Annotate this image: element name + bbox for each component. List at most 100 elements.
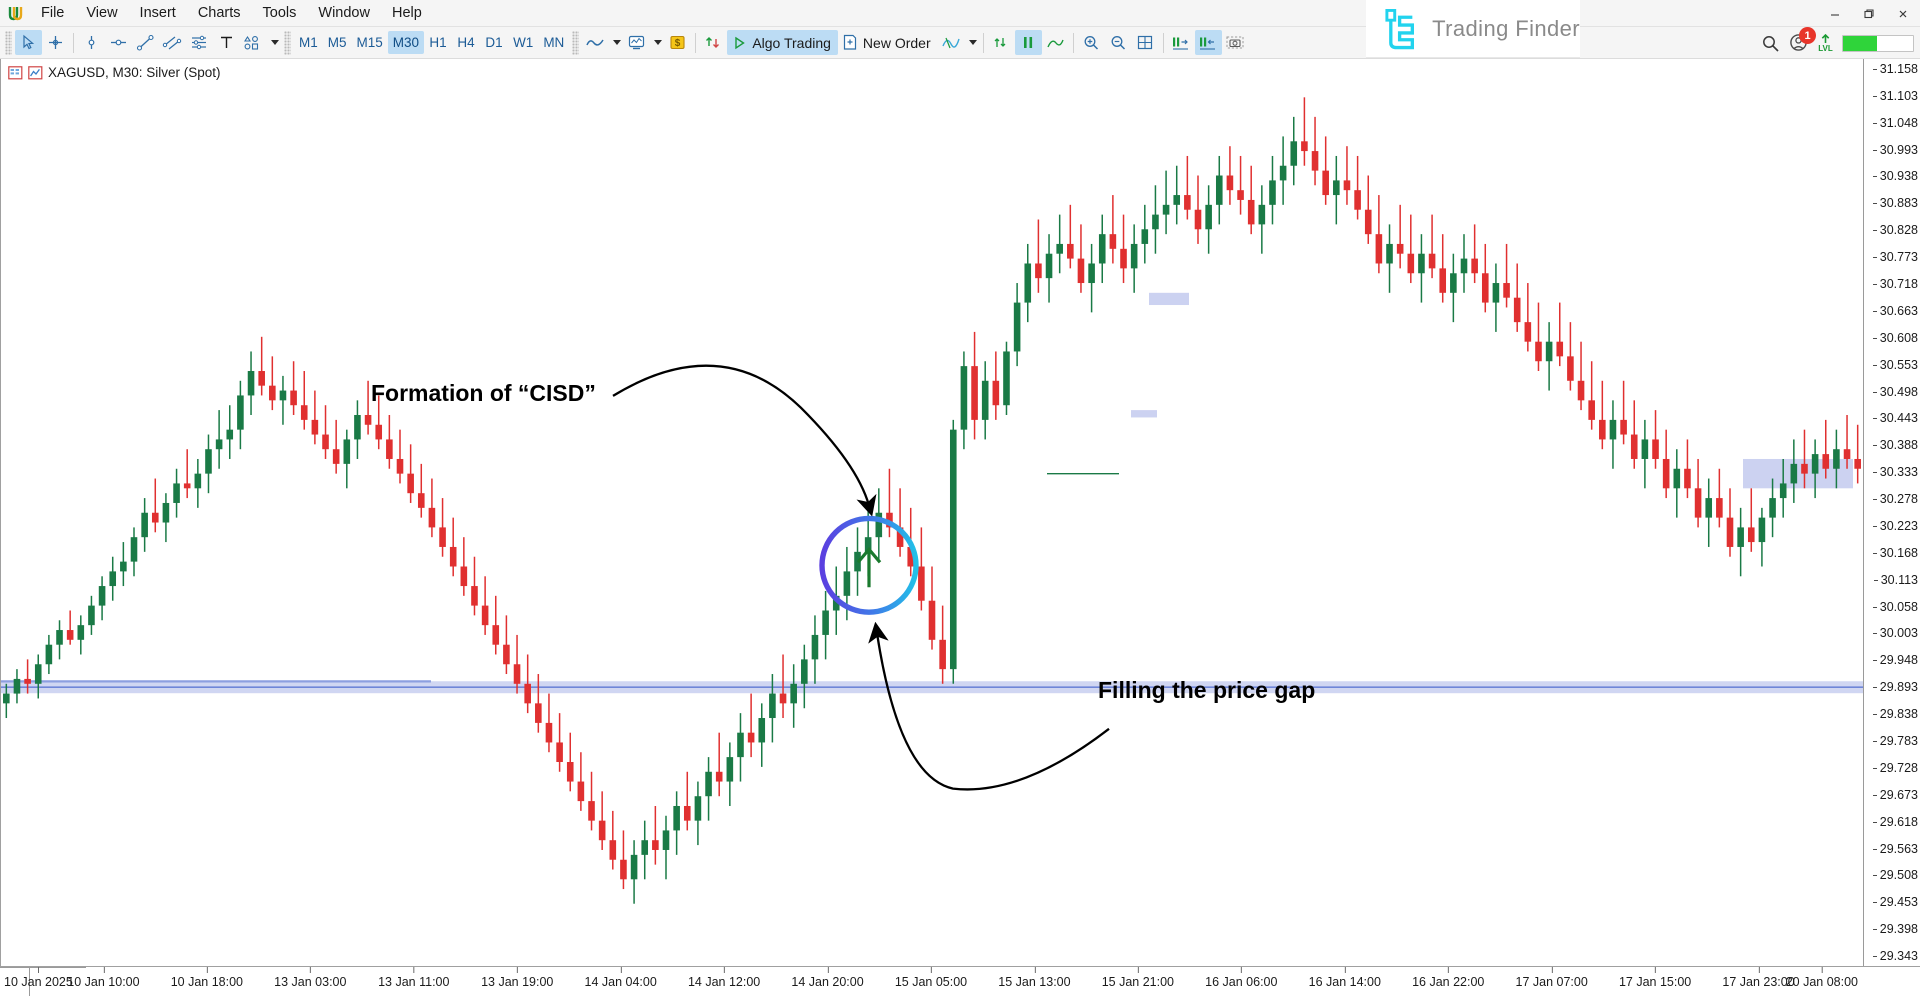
time-tick: 17 Jan 15:00 — [1619, 975, 1691, 989]
shapes-tool-button[interactable] — [240, 30, 267, 55]
chart-shift-button[interactable] — [1015, 30, 1042, 55]
chart-container[interactable]: XAGUSD, M30: Silver (Spot) — [0, 59, 1920, 967]
candlestick-series — [1, 59, 1863, 966]
toolbar-grip-charttype[interactable] — [572, 31, 579, 55]
timeframe-m5[interactable]: M5 — [323, 31, 352, 54]
horizontal-line-tool-button[interactable] — [105, 30, 132, 55]
metatrader-logo-icon — [0, 0, 30, 27]
candle-body — [3, 694, 10, 704]
step-back-button[interactable] — [1195, 30, 1222, 55]
candle-body — [173, 483, 180, 503]
candle-body — [163, 503, 170, 523]
vertical-line-tool-button[interactable] — [78, 30, 105, 55]
timeframe-h1[interactable]: H1 — [424, 31, 452, 54]
zoom-out-button[interactable] — [1105, 30, 1132, 55]
candle-body — [950, 430, 957, 669]
level-icon[interactable]: LVL — [1818, 34, 1833, 53]
search-icon[interactable] — [1761, 34, 1780, 53]
algo-trading-label: Algo Trading — [752, 35, 831, 51]
menu-view[interactable]: View — [75, 0, 128, 27]
menu-insert[interactable]: Insert — [129, 0, 187, 27]
template-caret-icon[interactable] — [650, 30, 664, 55]
menu-window[interactable]: Window — [307, 0, 381, 27]
grid-button[interactable] — [1132, 30, 1159, 55]
timeframe-m15[interactable]: M15 — [352, 31, 388, 54]
candle-body — [1652, 439, 1659, 459]
close-button[interactable] — [1886, 0, 1920, 27]
indicator-list-button[interactable] — [938, 30, 965, 55]
toolbar-separator-3 — [983, 33, 984, 53]
indicator-caret-icon[interactable] — [965, 30, 979, 55]
candle-body — [876, 513, 883, 537]
crosshair-tool-button[interactable] — [42, 30, 69, 55]
time-tick: 15 Jan 05:00 — [895, 975, 967, 989]
time-axis-row: 10 Jan 202510 Jan 10:0010 Jan 18:0013 Ja… — [0, 967, 1920, 996]
candle-body — [141, 513, 148, 537]
price-axis[interactable]: 31.15831.10331.04830.99330.93830.88330.8… — [1863, 59, 1920, 966]
candle-body — [1035, 263, 1042, 278]
new-order-button[interactable]: New Order — [838, 30, 938, 55]
candle-body — [78, 625, 85, 640]
menu-file[interactable]: File — [30, 0, 75, 27]
candle-body — [184, 483, 191, 488]
candle-body — [492, 625, 499, 645]
time-axis[interactable]: 10 Jan 202510 Jan 10:0010 Jan 18:0013 Ja… — [0, 967, 29, 996]
trendline-tool-button[interactable] — [132, 30, 159, 55]
menu-charts[interactable]: Charts — [187, 0, 252, 27]
chart-type-button[interactable] — [582, 30, 609, 55]
step-forward-button[interactable] — [1168, 30, 1195, 55]
profile-icon[interactable]: 1 — [1789, 33, 1809, 53]
candle-body — [1237, 190, 1244, 200]
text-tool-button[interactable] — [213, 30, 240, 55]
menu-tools[interactable]: Tools — [252, 0, 308, 27]
toolbar-grip-timeframes[interactable] — [284, 31, 291, 55]
template-button[interactable] — [623, 30, 650, 55]
candle-body — [461, 567, 468, 587]
chart-type-caret-icon[interactable] — [609, 30, 623, 55]
maximize-button[interactable] — [1852, 0, 1886, 27]
candle-body — [993, 381, 1000, 405]
menu-help[interactable]: Help — [381, 0, 433, 27]
candle-body — [535, 703, 542, 723]
equidistant-channel-tool-button[interactable] — [159, 30, 186, 55]
zoom-in-button[interactable] — [1078, 30, 1105, 55]
new-order-label: New Order — [863, 35, 931, 51]
timeframe-w1[interactable]: W1 — [508, 31, 538, 54]
fair-value-gap-box — [1131, 410, 1157, 417]
cursor-tool-button[interactable] — [15, 30, 42, 55]
auto-scroll-button[interactable] — [988, 30, 1015, 55]
bars-chart-button[interactable] — [1042, 30, 1069, 55]
candle-body — [567, 762, 574, 782]
snapshot-button[interactable] — [1222, 30, 1249, 55]
price-tick: 30.663 — [1880, 304, 1918, 318]
candle-body — [407, 474, 414, 494]
timeframe-d1[interactable]: D1 — [480, 31, 508, 54]
time-tick: 20 Jan 08:00 — [1786, 975, 1858, 989]
level-progress-bar[interactable] — [1842, 35, 1914, 52]
time-tick: 10 Jan 10:00 — [67, 975, 139, 989]
toolbar-grip[interactable] — [5, 31, 12, 55]
shapes-dropdown-caret-icon[interactable] — [267, 30, 281, 55]
price-tick: 29.728 — [1880, 761, 1918, 775]
price-tick: 29.453 — [1880, 895, 1918, 909]
fibonacci-levels-tool-button[interactable] — [186, 30, 213, 55]
minimize-button[interactable] — [1818, 0, 1852, 27]
price-tick: 30.718 — [1880, 277, 1918, 291]
chart-canvas[interactable]: XAGUSD, M30: Silver (Spot) — [1, 59, 1863, 966]
candle-body — [1120, 249, 1127, 269]
indicators-button[interactable] — [700, 30, 727, 55]
candle-body — [1439, 268, 1446, 292]
currency-button[interactable]: $ — [664, 30, 691, 55]
algo-trading-button[interactable]: Algo Trading — [727, 30, 838, 55]
timeframe-mn[interactable]: MN — [538, 31, 569, 54]
timeframe-h4[interactable]: H4 — [452, 31, 480, 54]
timeframe-m1[interactable]: M1 — [294, 31, 323, 54]
candle-body — [610, 840, 617, 860]
candle-body — [812, 635, 819, 659]
timeframe-m30[interactable]: M30 — [388, 31, 424, 54]
candle-body — [1195, 210, 1202, 230]
candle-body — [769, 694, 776, 718]
candle-body — [1227, 176, 1234, 191]
candle-body — [1003, 351, 1010, 405]
candle-body — [312, 420, 319, 435]
